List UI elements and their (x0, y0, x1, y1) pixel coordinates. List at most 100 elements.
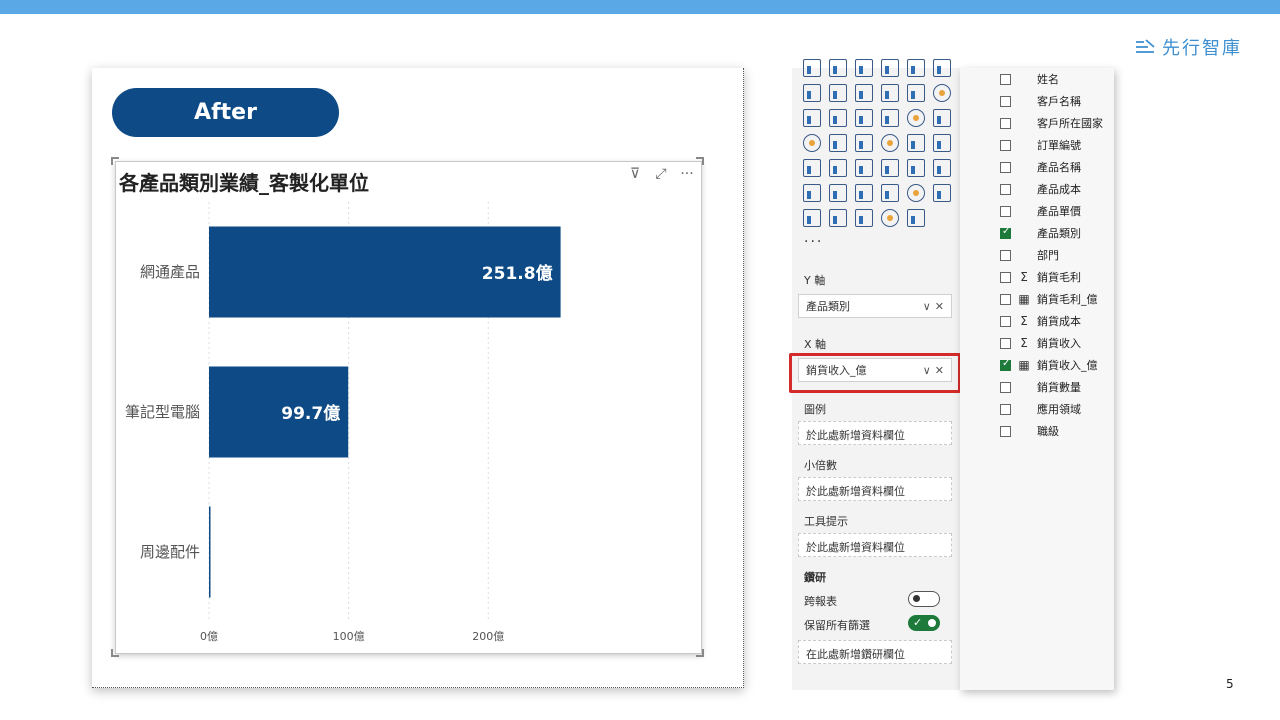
filled-map-icon[interactable] (829, 134, 847, 152)
field-item[interactable]: 姓名 (1000, 69, 1059, 89)
clustered-bar-icon[interactable] (855, 59, 873, 77)
qa-icon[interactable] (855, 184, 873, 202)
resize-handle-br[interactable] (696, 649, 704, 657)
stacked-column-icon[interactable] (829, 59, 847, 77)
field-item[interactable]: Σ 銷貨收入 (1000, 333, 1081, 353)
cross-report-toggle[interactable] (908, 591, 940, 607)
ribbon-chart-icon[interactable] (933, 84, 951, 102)
card-icon[interactable] (907, 134, 925, 152)
sum-icon: Σ (1020, 314, 1028, 328)
scatter-icon[interactable] (855, 109, 873, 127)
smart-narrative-icon[interactable] (881, 184, 899, 202)
field-item[interactable]: 產品類別 (1000, 223, 1081, 243)
small-multiples-well[interactable]: 於此處新增資料欄位 (798, 477, 952, 501)
100-bar-icon[interactable] (907, 59, 925, 77)
chevron-down-icon[interactable]: ∨ (923, 300, 931, 313)
field-item[interactable]: 職級 (1000, 421, 1059, 441)
field-checkbox[interactable] (1000, 403, 1011, 415)
field-item[interactable]: 銷貨數量 (1000, 377, 1081, 397)
field-item[interactable]: 產品單價 (1000, 201, 1081, 221)
chevron-down-icon[interactable]: ∨ (923, 364, 931, 377)
field-checkbox[interactable] (1000, 425, 1011, 437)
field-checkbox[interactable] (1000, 139, 1011, 151)
field-item[interactable]: ▦ 銷貨收入_億 (1000, 355, 1098, 375)
kpi-icon[interactable] (803, 159, 821, 177)
decomposition-tree-icon[interactable] (829, 184, 847, 202)
treemap-icon[interactable] (933, 109, 951, 127)
x-axis-well[interactable]: 銷貨收入_億 ∨ ✕ (798, 358, 952, 382)
field-checkbox[interactable] (1000, 205, 1011, 217)
slicer-icon[interactable] (829, 159, 847, 177)
y-axis-well[interactable]: 產品類別 ∨ ✕ (798, 294, 952, 318)
legend-well[interactable]: 於此處新增資料欄位 (798, 421, 952, 445)
field-checkbox[interactable] (1000, 271, 1011, 283)
field-checkbox[interactable] (1000, 95, 1011, 107)
resize-handle-tr[interactable] (696, 157, 704, 165)
field-item[interactable]: 部門 (1000, 245, 1059, 265)
field-checkbox[interactable] (1000, 183, 1011, 195)
field-item[interactable]: ▦ 銷貨毛利_億 (1000, 289, 1098, 309)
100-column-icon[interactable] (933, 59, 951, 77)
field-item[interactable]: Σ 銷貨成本 (1000, 311, 1081, 331)
field-checkbox[interactable] (1000, 226, 1011, 239)
line-clustered-column-icon[interactable] (907, 84, 925, 102)
x-tick-label: 0億 (200, 630, 218, 643)
resize-handle-tl[interactable] (111, 157, 119, 165)
keep-filters-toggle[interactable]: ✓ (908, 615, 940, 631)
metrics-icon[interactable] (855, 209, 873, 227)
field-checkbox[interactable] (1000, 293, 1011, 305)
calculator-icon: ▦ (1018, 358, 1030, 372)
field-item[interactable]: 客戶所在國家 (1000, 113, 1103, 133)
more-visuals-button[interactable]: ··· (804, 234, 823, 250)
field-item[interactable]: 應用領域 (1000, 399, 1081, 419)
field-checkbox[interactable] (1000, 161, 1011, 173)
y-axis-label: Y 軸 (804, 274, 826, 287)
donut-chart-icon[interactable] (907, 109, 925, 127)
field-checkbox[interactable] (1000, 337, 1011, 349)
arcgis-icon[interactable] (803, 209, 821, 227)
stacked-bar-icon[interactable] (803, 59, 821, 77)
get-more-visuals-icon[interactable] (907, 209, 925, 227)
small-multiples-label: 小倍數 (804, 459, 837, 472)
power-apps-icon[interactable] (829, 209, 847, 227)
map-icon[interactable] (803, 134, 821, 152)
tooltips-well[interactable]: 於此處新增資料欄位 (798, 533, 952, 557)
stacked-area-icon[interactable] (855, 84, 873, 102)
clustered-column-icon[interactable] (881, 59, 899, 77)
resize-handle-bl[interactable] (111, 649, 119, 657)
field-item[interactable]: 訂單編號 (1000, 135, 1081, 155)
pie-chart-icon[interactable] (881, 109, 899, 127)
funnel-icon[interactable] (829, 109, 847, 127)
multi-row-card-icon[interactable] (933, 134, 951, 152)
gauge-icon[interactable] (881, 134, 899, 152)
remove-field-icon[interactable]: ✕ (935, 364, 944, 377)
remove-field-icon[interactable]: ✕ (935, 300, 944, 313)
field-checkbox[interactable] (1000, 381, 1011, 393)
waterfall-icon[interactable] (803, 109, 821, 127)
r-script-icon[interactable] (907, 159, 925, 177)
bar-chart-visual[interactable]: 各產品類別業績_客製化單位 ⊽ ⤢ ··· 0億 100億 200億 網通產品 251.… (115, 161, 702, 654)
field-checkbox[interactable] (1000, 117, 1011, 129)
field-checkbox[interactable] (1000, 249, 1011, 261)
field-checkbox[interactable] (1000, 315, 1011, 327)
goals-icon[interactable] (907, 184, 925, 202)
area-chart-icon[interactable] (829, 84, 847, 102)
field-item[interactable]: 客戶名稱 (1000, 91, 1081, 111)
field-checkbox[interactable] (1000, 73, 1011, 85)
x-tick-label: 100億 (333, 630, 365, 643)
azure-map-icon[interactable] (855, 134, 873, 152)
paginated-report-icon[interactable] (933, 184, 951, 202)
drillthrough-well[interactable]: 在此處新增鑽研欄位 (798, 640, 952, 664)
field-checkbox[interactable] (1000, 358, 1011, 371)
line-chart-icon[interactable] (803, 84, 821, 102)
key-influencers-icon[interactable] (803, 184, 821, 202)
x-tick-label: 200億 (472, 630, 504, 643)
field-item[interactable]: Σ 銷貨毛利 (1000, 267, 1081, 287)
field-item[interactable]: 產品名稱 (1000, 157, 1081, 177)
table-icon[interactable] (855, 159, 873, 177)
matrix-icon[interactable] (881, 159, 899, 177)
field-item[interactable]: 產品成本 (1000, 179, 1081, 199)
power-automate-icon[interactable] (881, 209, 899, 227)
line-column-icon[interactable] (881, 84, 899, 102)
python-visual-icon[interactable] (933, 159, 951, 177)
